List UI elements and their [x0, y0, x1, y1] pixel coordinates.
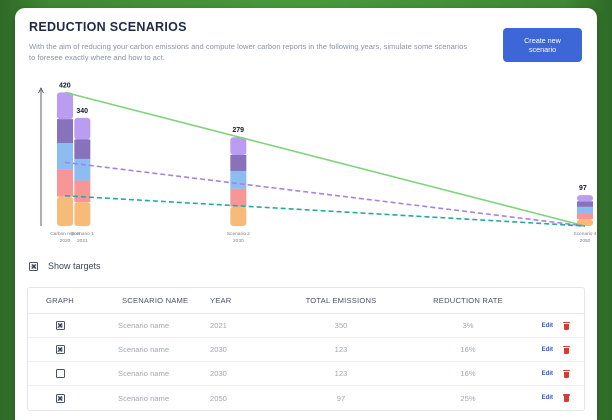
bar-segment	[230, 154, 247, 171]
bar-segment	[577, 206, 593, 214]
trash-icon[interactable]	[563, 321, 570, 330]
bar-segment	[74, 180, 91, 203]
total-emissions-cell: 97	[336, 393, 346, 403]
table-row: Scenario name 2021 350 3% Edit	[28, 314, 584, 338]
bar-segment	[230, 137, 247, 155]
scenario-name-cell: Scenario name	[118, 345, 170, 354]
bar-segment	[577, 195, 593, 202]
bar-value-label: 279	[232, 127, 244, 134]
x-tick-year: 2021	[77, 238, 88, 244]
bar-segment	[230, 170, 247, 189]
solid-target-line	[64, 91, 586, 227]
row-graph-checkbox[interactable]	[55, 321, 65, 330]
bar-segment	[57, 92, 73, 120]
bar-segment	[57, 119, 73, 144]
header-reduction-rate: REDUCTION RATE	[433, 296, 503, 305]
edit-link[interactable]: Edit	[542, 371, 553, 377]
scenario-chart: 420Carbon report2020340Scenario 12021279…	[38, 82, 597, 244]
reduction-scenarios-card: REDUCTION SCENARIOS With the aim of redu…	[15, 8, 597, 420]
bar-segment	[74, 158, 91, 181]
scenarios-table: GRAPH SCENARIO NAME YEAR TOTAL EMISSIONS…	[27, 287, 585, 411]
total-emissions-cell: 123	[334, 369, 348, 378]
show-targets-checkbox[interactable]	[29, 261, 38, 271]
total-emissions-cell: 123	[334, 345, 348, 354]
year-cell: 2050	[210, 393, 227, 403]
bar-segment	[230, 188, 247, 207]
bar-segment	[74, 202, 91, 226]
table-header: GRAPH SCENARIO NAME YEAR TOTAL EMISSIONS…	[28, 288, 584, 314]
row-graph-checkbox[interactable]	[55, 345, 65, 354]
bar-segment	[57, 169, 73, 197]
x-tick-label: Scenario 2	[227, 231, 250, 237]
x-tick-label: Scenario 4	[574, 231, 597, 237]
row-graph-checkbox[interactable]	[55, 393, 65, 403]
bar-value-label: 420	[59, 82, 71, 89]
page-title: REDUCTION SCENARIOS	[29, 20, 187, 34]
x-tick-year: 2050	[580, 238, 591, 244]
create-scenario-button[interactable]: Create new scenario	[503, 28, 582, 62]
bar-segment	[577, 213, 593, 220]
header-scenario-name: SCENARIO NAME	[122, 296, 189, 305]
edit-link[interactable]: Edit	[542, 395, 553, 401]
scenario-name-cell: Scenario name	[118, 321, 170, 330]
edit-link[interactable]: Edit	[542, 323, 553, 329]
bar-segment	[57, 196, 73, 226]
header-total-emissions: TOTAL EMISSIONS	[305, 296, 377, 305]
table-row: Scenario name 2030 123 16% Edit	[28, 362, 584, 386]
y-axis	[38, 87, 44, 226]
bar-segment	[74, 139, 91, 159]
bar-segment	[577, 201, 593, 207]
dashed-target-line	[64, 161, 586, 227]
chart-labels: 420Carbon report2020340Scenario 12021279…	[50, 82, 597, 244]
bar-segment	[230, 206, 247, 226]
x-tick-year: 2030	[233, 238, 244, 244]
total-emissions-cell: 350	[334, 321, 348, 330]
year-cell: 2030	[210, 345, 227, 354]
bar-value-label: 97	[579, 185, 587, 192]
bar-segment	[57, 143, 73, 170]
table-row: Scenario name 2050 97 25% Edit	[28, 386, 584, 410]
bar-segment	[74, 117, 91, 140]
trash-icon[interactable]	[563, 345, 570, 354]
bar-value-label: 340	[76, 108, 88, 115]
reduction-rate-cell: 3%	[462, 321, 474, 330]
scenario-name-cell: Scenario name	[118, 393, 170, 403]
trash-icon[interactable]	[563, 394, 570, 402]
dashed-target-line	[64, 194, 586, 227]
year-cell: 2030	[210, 369, 227, 378]
row-graph-checkbox[interactable]	[55, 369, 65, 378]
target-lines	[64, 91, 586, 227]
header-graph: GRAPH	[45, 296, 74, 305]
reduction-rate-cell: 16%	[460, 369, 476, 378]
reduction-rate-cell: 25%	[460, 393, 476, 403]
show-targets-toggle[interactable]: Show targets	[29, 261, 101, 271]
scenario-name-cell: Scenario name	[118, 369, 170, 378]
edit-link[interactable]: Edit	[542, 347, 553, 353]
header-year: YEAR	[210, 296, 232, 305]
table-row: Scenario name 2030 123 16% Edit	[28, 338, 584, 362]
x-tick-label: Scenario 1	[71, 231, 94, 237]
year-cell: 2021	[210, 321, 227, 330]
x-tick-year: 2020	[60, 238, 71, 244]
page-description: With the aim of reducing your carbon emi…	[29, 42, 468, 62]
show-targets-label: Show targets	[48, 261, 101, 271]
reduction-rate-cell: 16%	[460, 345, 476, 354]
trash-icon[interactable]	[563, 369, 570, 378]
